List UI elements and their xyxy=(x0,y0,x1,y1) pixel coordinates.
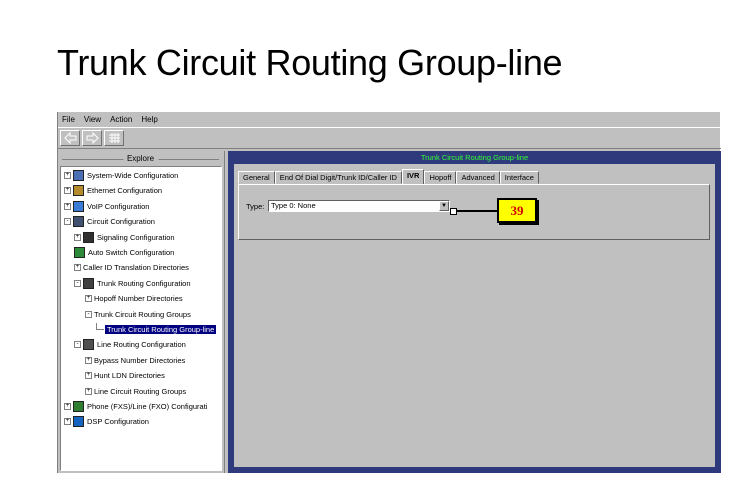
expand-icon[interactable]: + xyxy=(64,187,71,195)
menu-view[interactable]: View xyxy=(84,115,101,124)
signaling-icon xyxy=(83,231,94,243)
tree-item-label: DSP Configuration xyxy=(87,417,149,427)
callout-pointer xyxy=(450,208,497,215)
chevron-down-icon[interactable]: ▼ xyxy=(439,201,449,211)
ivr-tab-body: Type: Type 0: None ▼ xyxy=(238,184,710,240)
circuit-icon xyxy=(73,216,84,228)
explore-title: Explore xyxy=(122,154,159,163)
tree-item-label: System-Wide Configuration xyxy=(87,171,179,180)
tree-item[interactable]: + System-Wide Configuration xyxy=(64,169,178,182)
expand-icon[interactable]: + xyxy=(64,202,71,210)
expand-icon[interactable]: + xyxy=(64,172,71,179)
tab-hopoff[interactable]: Hopoff xyxy=(424,171,457,184)
trunk-routing-icon xyxy=(83,277,94,289)
grid-icon xyxy=(109,133,120,143)
tab-interface[interactable]: Interface xyxy=(499,171,539,184)
tree-item-label: Signaling Configuration xyxy=(97,232,175,242)
tree-item-label: Trunk Circuit Routing Groups xyxy=(94,309,191,319)
expand-icon[interactable]: + xyxy=(85,356,92,364)
grid-button[interactable] xyxy=(104,130,124,146)
tab-ivr[interactable]: IVR xyxy=(401,169,425,184)
tree-item[interactable]: - Circuit Configuration xyxy=(64,215,155,228)
tree-item-label: Phone (FXS)/Line (FXO) Configurati xyxy=(87,402,208,411)
tree-item-label: Trunk Circuit Routing Group-line xyxy=(105,325,217,334)
app-window: File View Action Help Explore + System-Wi… xyxy=(57,112,721,473)
collapse-icon[interactable]: - xyxy=(85,310,92,318)
tab-strip: General End Of Dial Digit/Trunk ID/Caller… xyxy=(238,169,539,184)
menu-help[interactable]: Help xyxy=(141,115,157,124)
type-label: Type: xyxy=(246,202,265,211)
line-routing-icon xyxy=(83,339,94,351)
back-button[interactable] xyxy=(60,130,80,146)
toolbar xyxy=(58,127,721,149)
tree-item[interactable]: + Line Circuit Routing Groups xyxy=(85,385,186,398)
ethernet-icon xyxy=(73,185,84,197)
navigation-tree[interactable]: + System-Wide Configuration + Ethernet Conf… xyxy=(60,166,222,471)
collapse-icon[interactable]: - xyxy=(64,218,71,226)
expand-icon[interactable]: + xyxy=(64,418,71,426)
tree-item-label: Line Routing Configuration xyxy=(97,340,186,350)
tree-item[interactable]: Auto Switch Configuration xyxy=(74,246,174,259)
tree-item-label: Ethernet Configuration xyxy=(87,186,163,196)
tree-item[interactable]: + Phone (FXS)/Line (FXO) Configurati xyxy=(64,400,207,413)
expand-icon[interactable]: + xyxy=(85,372,92,380)
tree-item[interactable]: + Bypass Number Directories xyxy=(85,354,185,367)
type-select-value: Type 0: None xyxy=(271,201,316,210)
tree-item-label: Trunk Routing Configuration xyxy=(97,278,191,288)
menu-bar: File View Action Help xyxy=(58,112,720,127)
tab-general[interactable]: General xyxy=(238,171,275,184)
tree-item[interactable]: Trunk Circuit Routing Group-line xyxy=(96,323,217,336)
tree-item-label: Circuit Configuration xyxy=(87,217,155,227)
expand-icon[interactable]: + xyxy=(74,233,81,241)
phone-icon xyxy=(73,401,84,412)
tree-item-label: Hunt LDN Directories xyxy=(94,371,165,381)
tree-item-label: Hopoff Number Directories xyxy=(94,294,183,304)
type-select[interactable]: Type 0: None ▼ xyxy=(268,200,450,212)
voip-icon xyxy=(73,200,84,212)
slide-title: Trunk Circuit Routing Group-line xyxy=(57,42,563,83)
tree-item-label: Caller ID Translation Directories xyxy=(83,263,189,273)
tree-item[interactable]: + Hopoff Number Directories xyxy=(85,292,183,305)
tree-item[interactable]: + VoIP Configuration xyxy=(64,200,149,213)
tree-item[interactable]: + DSP Configuration xyxy=(64,415,149,428)
explore-panel: Explore + System-Wide Configuration + Ether… xyxy=(58,151,225,473)
tree-item-label: Auto Switch Configuration xyxy=(88,248,175,257)
menu-action[interactable]: Action xyxy=(110,115,132,124)
auto-switch-icon xyxy=(74,247,85,258)
forward-button[interactable] xyxy=(82,130,102,146)
back-arrow-icon xyxy=(64,132,77,144)
detail-title: Trunk Circuit Routing Group-line xyxy=(420,153,529,162)
dsp-icon xyxy=(73,416,84,428)
tree-item[interactable]: - Trunk Circuit Routing Groups xyxy=(85,308,191,321)
tree-item[interactable]: + Ethernet Configuration xyxy=(64,184,162,197)
tree-item[interactable]: + Signaling Configuration xyxy=(74,231,175,244)
tree-item[interactable]: - Trunk Routing Configuration xyxy=(74,277,191,290)
forward-arrow-icon xyxy=(86,132,99,144)
detail-panel: Trunk Circuit Routing Group-line General… xyxy=(228,151,721,473)
system-icon xyxy=(73,170,84,181)
tree-item[interactable]: + Hunt LDN Directories xyxy=(85,369,165,382)
callout-badge: 39 xyxy=(497,198,537,223)
menu-file[interactable]: File xyxy=(62,115,75,124)
tree-connector xyxy=(96,323,104,330)
tab-end-of-dial-digit-trunk-id-caller-id[interactable]: End Of Dial Digit/Trunk ID/Caller ID xyxy=(274,171,402,184)
expand-icon[interactable]: + xyxy=(85,295,92,303)
tree-item-label: Bypass Number Directories xyxy=(94,355,186,365)
tree-item[interactable]: - Line Routing Configuration xyxy=(74,338,186,351)
collapse-icon[interactable]: - xyxy=(74,279,81,287)
tree-item[interactable]: + Caller ID Translation Directories xyxy=(74,261,189,274)
tree-item-label: VoIP Configuration xyxy=(87,201,150,211)
expand-icon[interactable]: + xyxy=(64,403,71,410)
expand-icon[interactable]: + xyxy=(74,264,81,272)
tree-item-label: Line Circuit Routing Groups xyxy=(94,386,187,396)
explore-header: Explore xyxy=(58,154,223,164)
expand-icon[interactable]: + xyxy=(85,387,92,395)
collapse-icon[interactable]: - xyxy=(74,341,81,349)
tab-advanced[interactable]: Advanced xyxy=(456,171,500,184)
